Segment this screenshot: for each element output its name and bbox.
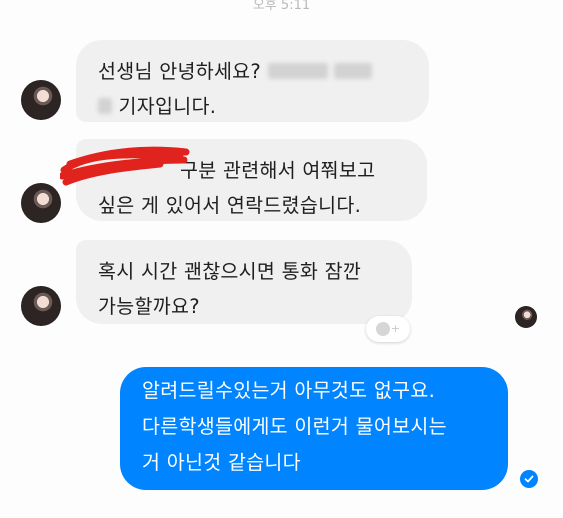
redaction-scribble (60, 146, 190, 186)
incoming-message-bubble[interactable]: 혹시 시간 괜찮으시면 통화 잠깐 가능할까요? (76, 240, 412, 324)
blurred-name (267, 63, 328, 79)
message-line: 알려드릴수있는거 아무것도 없구요. (142, 379, 436, 402)
checkmark-icon (524, 475, 534, 483)
message-line: 다른학생들에게도 이런거 물어보시는 (142, 415, 447, 438)
chat-thread: 오후 5:11 선생님 안녕하세요? 기자입니다. 구분 관련해서 여쭤보고 싶… (0, 0, 563, 518)
contact-avatar[interactable] (21, 183, 61, 223)
smiley-icon (375, 322, 390, 336)
blurred-name (98, 98, 112, 114)
seen-avatar-icon (515, 306, 537, 328)
message-line: 가능할까요? (98, 295, 200, 318)
message-timestamp: 오후 5:11 (252, 0, 311, 13)
plus-icon: + (390, 322, 401, 335)
outgoing-message-bubble[interactable]: 알려드릴수있는거 아무것도 없구요. 다른학생들에게도 이런거 물어보시는 거 … (120, 367, 508, 490)
incoming-message-bubble[interactable]: 선생님 안녕하세요? 기자입니다. (76, 40, 429, 122)
check-circle-icon (520, 470, 538, 488)
message-line: 싶은 게 있어서 연락드렸습니다. (98, 194, 362, 217)
contact-avatar[interactable] (21, 286, 61, 326)
message-line: 거 아닌것 같습니다 (142, 451, 301, 474)
message-text: 구분 관련해서 여쭤보고 (180, 159, 376, 182)
contact-avatar[interactable] (21, 80, 61, 120)
blurred-name (334, 63, 373, 79)
message-text: 기자입니다. (118, 95, 217, 118)
message-text: 선생님 안녕하세요? (98, 60, 262, 83)
add-reaction-icon[interactable]: + (366, 316, 410, 342)
message-line: 혹시 시간 괜찮으시면 통화 잠깐 (98, 260, 362, 283)
message-line: 선생님 안녕하세요? (98, 54, 409, 89)
message-line: 기자입니다. (98, 89, 409, 124)
